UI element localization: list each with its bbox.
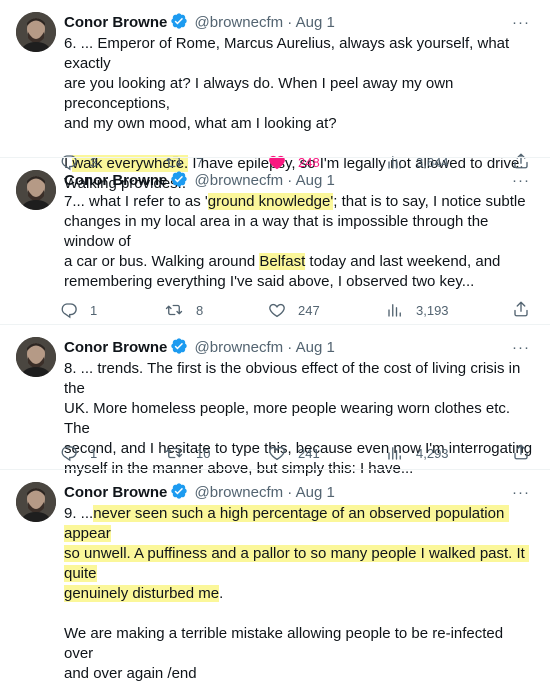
- retweet-button[interactable]: 10: [164, 443, 210, 463]
- more-icon[interactable]: ···: [512, 337, 530, 359]
- reply-count: 1: [90, 302, 98, 318]
- heart-icon: [269, 303, 285, 318]
- views-button[interactable]: 4,293: [386, 443, 449, 463]
- separator-dot: ·: [287, 14, 293, 31]
- reply-count: 1: [90, 445, 98, 461]
- separator-dot: ·: [287, 172, 293, 189]
- tweet-8[interactable]: Conor Browne @brownecfm · Aug 1 ··· 8. .…: [0, 325, 550, 477]
- more-icon[interactable]: ···: [512, 170, 530, 192]
- separator-dot: ·: [287, 484, 293, 501]
- tweet-date[interactable]: Aug 1: [296, 339, 335, 356]
- author-name[interactable]: Conor Browne: [64, 172, 167, 189]
- retweet-button[interactable]: 8: [164, 300, 203, 320]
- tweet-6[interactable]: Conor Browne @brownecfm · Aug 1 ··· 6. .…: [0, 0, 550, 192]
- avatar-image: [16, 12, 56, 52]
- reply-button[interactable]: 1: [60, 300, 97, 320]
- highlighted-text: never seen such a high percentage of an …: [64, 505, 530, 602]
- avatar[interactable]: [16, 12, 56, 52]
- more-icon[interactable]: ···: [512, 482, 530, 504]
- text-segment: 7... what I refer to as ': [64, 193, 208, 210]
- retweet-icon: [165, 304, 183, 316]
- like-count: 241: [298, 445, 320, 461]
- views-button[interactable]: 3,193: [386, 300, 449, 320]
- author-handle[interactable]: @brownecfm: [195, 14, 284, 31]
- like-count: 247: [298, 302, 320, 318]
- highlighted-text: Belfast: [259, 253, 306, 270]
- tweet-date[interactable]: Aug 1: [296, 172, 335, 189]
- action-bar: 1 8 247 3,193: [60, 300, 530, 320]
- author-handle[interactable]: @brownecfm: [195, 484, 284, 501]
- tweet-text: 9. ...never seen such a high percentage …: [64, 504, 534, 684]
- highlighted-text: ground knowledge': [207, 193, 334, 210]
- avatar-image: [16, 337, 56, 377]
- heart-icon: [269, 446, 285, 461]
- separator-dot: ·: [287, 339, 293, 356]
- author-handle[interactable]: @brownecfm: [195, 172, 284, 189]
- tweet-header: Conor Browne @brownecfm · Aug 1 ···: [64, 170, 538, 192]
- text-segment: 9. ...: [64, 505, 94, 522]
- avatar-image: [16, 482, 56, 522]
- reply-icon: [61, 303, 77, 319]
- tweet-date[interactable]: Aug 1: [296, 14, 335, 31]
- author-name[interactable]: Conor Browne: [64, 484, 167, 501]
- tweet-7[interactable]: Conor Browne @brownecfm · Aug 1 ··· 7...…: [0, 158, 550, 325]
- avatar[interactable]: [16, 170, 56, 210]
- retweet-count: 10: [196, 445, 211, 461]
- retweet-icon: [165, 447, 183, 459]
- tweet-date[interactable]: Aug 1: [296, 484, 335, 501]
- like-button[interactable]: 247: [268, 300, 320, 320]
- action-bar: 1 10 241 4,293: [60, 443, 530, 463]
- tweet-text: 7... what I refer to as 'ground knowledg…: [64, 192, 534, 292]
- views-count: 4,293: [416, 445, 449, 461]
- author-handle[interactable]: @brownecfm: [195, 339, 284, 356]
- views-count: 3,193: [416, 302, 449, 318]
- reply-icon: [61, 446, 77, 462]
- share-button[interactable]: [512, 443, 530, 463]
- author-name[interactable]: Conor Browne: [64, 14, 167, 31]
- avatar[interactable]: [16, 482, 56, 522]
- more-icon[interactable]: ···: [512, 12, 530, 34]
- avatar-image: [16, 170, 56, 210]
- share-icon: [514, 301, 528, 317]
- avatar[interactable]: [16, 337, 56, 377]
- views-icon: [388, 447, 401, 460]
- tweet-header: Conor Browne @brownecfm · Aug 1 ···: [64, 12, 538, 34]
- like-button[interactable]: 241: [268, 443, 320, 463]
- reply-button[interactable]: 1: [60, 443, 97, 463]
- share-button[interactable]: [512, 300, 530, 320]
- tweet-9[interactable]: Conor Browne @brownecfm · Aug 1 ··· 9. .…: [0, 470, 550, 682]
- retweet-count: 8: [196, 302, 204, 318]
- share-icon: [514, 444, 528, 460]
- author-name[interactable]: Conor Browne: [64, 339, 167, 356]
- views-icon: [388, 304, 401, 317]
- tweet-header: Conor Browne @brownecfm · Aug 1 ···: [64, 482, 538, 504]
- tweet-header: Conor Browne @brownecfm · Aug 1 ···: [64, 337, 538, 359]
